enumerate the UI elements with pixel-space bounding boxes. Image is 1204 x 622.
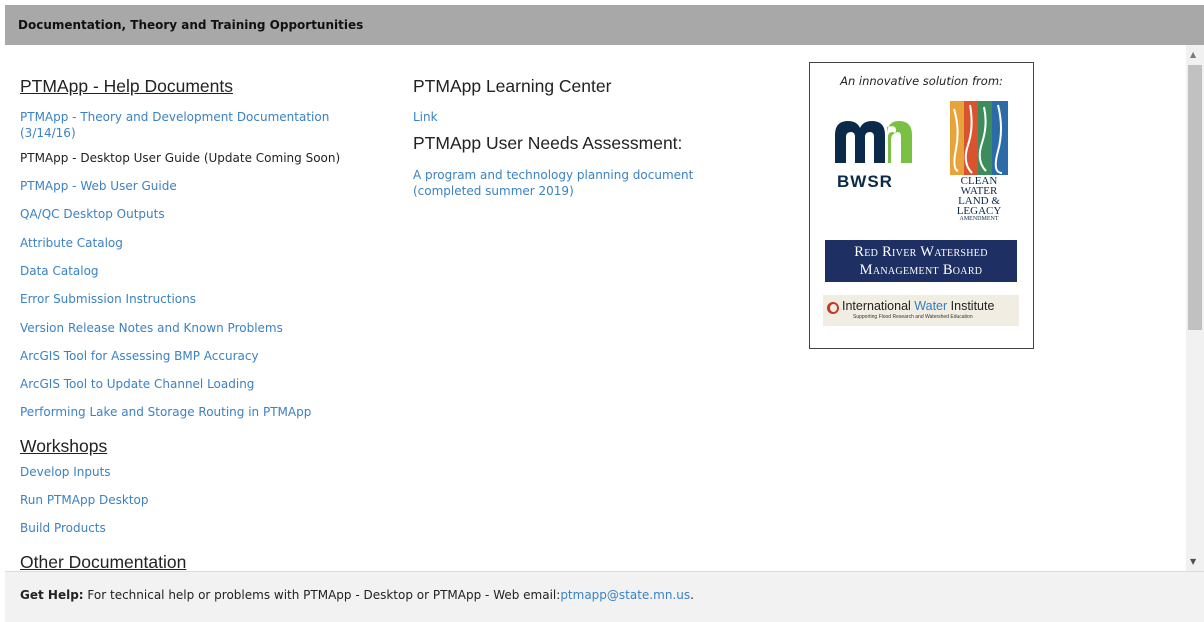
bwsr-logo-text: BWSR <box>837 172 893 191</box>
doc-link-release-notes[interactable]: Version Release Notes and Known Problems <box>20 320 283 336</box>
support-email-link[interactable]: ptmapp@state.mn.us <box>560 588 690 602</box>
get-help-label: Get Help: <box>20 588 84 602</box>
partner-logos-box: An innovative solution from: BWSR CLEAN <box>809 62 1034 349</box>
doc-link-bmp-accuracy-tool[interactable]: ArcGIS Tool for Assessing BMP Accuracy <box>20 348 259 364</box>
learning-center-heading: PTMApp Learning Center <box>413 76 612 96</box>
doc-link-error-submission[interactable]: Error Submission Instructions <box>20 291 196 307</box>
needs-assessment-heading: PTMApp User Needs Assessment: <box>413 133 683 153</box>
mn-logo-icon <box>835 121 912 163</box>
clean-water-legacy-icon <box>948 99 1010 177</box>
panel-content: PTMApp - Help Documents PTMApp - Theory … <box>5 45 1186 571</box>
scroll-up-icon[interactable]: ▲ <box>1190 50 1196 59</box>
scroll-down-icon[interactable]: ▼ <box>1190 557 1196 566</box>
workshop-link-run-desktop[interactable]: Run PTMApp Desktop <box>20 492 149 508</box>
doc-link-web-user-guide[interactable]: PTMApp - Web User Guide <box>20 178 177 194</box>
scrollbar-thumb[interactable] <box>1188 65 1202 330</box>
panel-title: Documentation, Theory and Training Oppor… <box>18 18 364 32</box>
doc-link-theory-development[interactable]: PTMApp - Theory and Development Document… <box>20 109 365 141</box>
doc-link-lake-storage-routing[interactable]: Performing Lake and Storage Routing in P… <box>20 404 311 420</box>
iwi-swirl-icon <box>827 302 839 314</box>
help-documents-heading: PTMApp - Help Documents <box>20 76 233 96</box>
help-footer-text: Get Help: For technical help or problems… <box>20 588 694 602</box>
learning-center-link[interactable]: Link <box>413 109 438 125</box>
vertical-scrollbar[interactable]: ▲ ▼ <box>1186 45 1204 571</box>
doc-link-qaqc-outputs[interactable]: QA/QC Desktop Outputs <box>20 206 165 222</box>
red-river-watershed-logo: Red River Watershed Management Board <box>825 240 1017 282</box>
other-documentation-heading: Other Documentation <box>20 552 187 571</box>
doc-link-attribute-catalog[interactable]: Attribute Catalog <box>20 235 123 251</box>
doc-text-desktop-user-guide: PTMApp - Desktop User Guide (Update Comi… <box>20 151 341 165</box>
workshop-link-develop-inputs[interactable]: Develop Inputs <box>20 464 111 480</box>
documentation-panel: Documentation, Theory and Training Oppor… <box>5 5 1204 622</box>
workshop-link-build-products[interactable]: Build Products <box>20 520 106 536</box>
workshops-heading: Workshops <box>20 436 108 456</box>
needs-assessment-link[interactable]: A program and technology planning docume… <box>413 167 718 199</box>
doc-link-data-catalog[interactable]: Data Catalog <box>20 263 99 279</box>
international-water-institute-logo: International Water Institute Supporting… <box>823 295 1019 326</box>
doc-link-channel-loading-tool[interactable]: ArcGIS Tool to Update Channel Loading <box>20 376 254 392</box>
panel-header: Documentation, Theory and Training Oppor… <box>5 5 1204 45</box>
partners-caption: An innovative solution from: <box>840 74 1003 88</box>
help-footer: Get Help: For technical help or problems… <box>5 571 1204 622</box>
help-footer-message: For technical help or problems with PTMA… <box>87 588 561 602</box>
clean-water-legacy-text: CLEAN WATER LAND & LEGACY AMENDMENT <box>956 175 1002 223</box>
